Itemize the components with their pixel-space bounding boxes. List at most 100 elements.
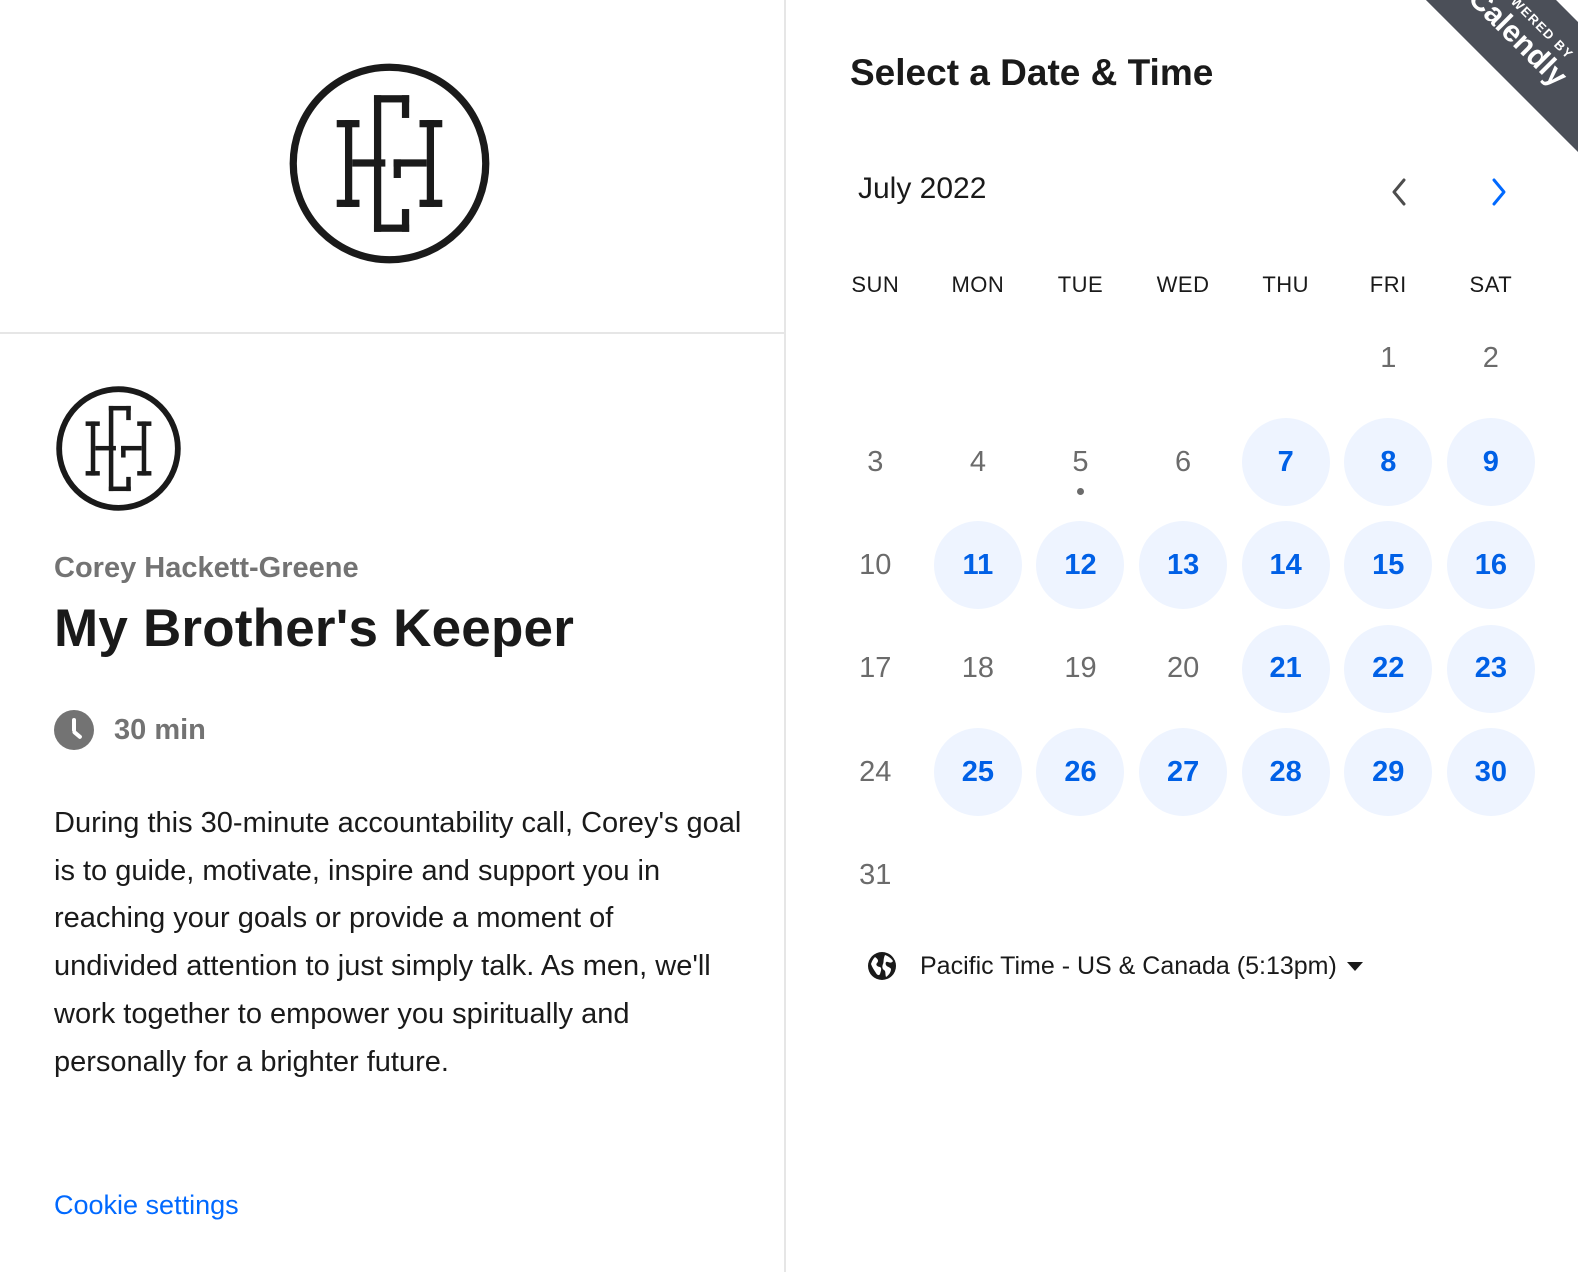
date-available-button[interactable]: 12 <box>1036 521 1125 610</box>
powered-by-calendly-badge[interactable]: POWERED BY Calendly <box>1373 0 1578 182</box>
calendar-week-row: 3 4 5 6 789 <box>824 410 1544 513</box>
date-available-button[interactable]: 15 <box>1344 521 1433 610</box>
calendar-cell: 27 <box>1132 721 1235 824</box>
calendar-cell: 19 <box>1029 617 1132 720</box>
calendar-cell: 31 <box>824 824 927 927</box>
cookie-settings-link[interactable]: Cookie settings <box>54 1190 239 1221</box>
date-available-button[interactable]: 23 <box>1446 624 1535 713</box>
calendar-grid: 1 2 3 4 5 6 7 8 9 10 11 12 13 14 15 16 17 18 19 20 21 22 23 24 2… <box>824 307 1544 927</box>
date-unavailable: 4 <box>969 445 986 478</box>
date-available-button[interactable]: 27 <box>1139 728 1228 817</box>
date-available-button[interactable]: 26 <box>1036 728 1125 817</box>
calendar-week-row: 10 11 12 13 14 15 16 <box>824 514 1544 617</box>
date-available-button[interactable]: 28 <box>1241 728 1330 817</box>
date-unavailable: 1 <box>1380 342 1397 375</box>
date-available-button[interactable]: 13 <box>1139 521 1228 610</box>
clock-icon <box>54 710 94 750</box>
date-unavailable: 3 <box>867 445 884 478</box>
calendar-cell: 11 <box>927 514 1030 617</box>
calendar-cell: 14 <box>1234 514 1337 617</box>
previous-month-button[interactable] <box>1380 170 1420 214</box>
weekday-label: TUE <box>1057 272 1104 297</box>
date-available-button[interactable]: 9 <box>1446 418 1535 507</box>
calendar-cell: 8 <box>1337 410 1440 513</box>
date-unavailable: 19 <box>1064 652 1097 685</box>
calendar-cell <box>1234 307 1337 410</box>
date-available-button[interactable]: 22 <box>1344 624 1433 713</box>
date-unavailable: 20 <box>1166 652 1200 685</box>
calendar-cell: 26 <box>1029 721 1132 824</box>
calendar-cell: 16 <box>1440 514 1543 617</box>
organizer-name: Corey Hackett-Greene <box>54 552 359 584</box>
event-details-panel: Corey Hackett-Greene My Brother's Keeper… <box>0 0 786 1272</box>
weekday-label: FRI <box>1369 272 1407 297</box>
weekday-label: SAT <box>1469 272 1513 297</box>
next-month-button[interactable] <box>1480 170 1520 214</box>
calendar-week-row: 17 18 19 20 21 22 23 <box>824 617 1544 720</box>
chevron-left-icon <box>1392 178 1406 206</box>
calendar-cell: 1 <box>1337 307 1440 410</box>
organizer-avatar <box>56 386 181 511</box>
calendar-cell: 4 <box>927 410 1030 513</box>
calendar-cell <box>1132 307 1235 410</box>
calendar-cell: 25 <box>927 721 1030 824</box>
calendar-cell: 15 <box>1337 514 1440 617</box>
date-available-button[interactable]: 16 <box>1446 521 1535 610</box>
date-unavailable: 17 <box>859 652 892 685</box>
calendar-week-row: 24 25 26 27 28 29 30 <box>824 721 1544 824</box>
calendar-cell <box>1440 824 1543 927</box>
calendar-cell <box>1029 824 1132 927</box>
calendar-week-row: 12 <box>824 307 1544 410</box>
timezone-label: Pacific Time - US & Canada (5:13pm) <box>920 951 1337 980</box>
calendar-cell <box>1337 824 1440 927</box>
event-title: My Brother's Keeper <box>54 599 575 658</box>
calendar-cell: 21 <box>1234 617 1337 720</box>
timezone-selector[interactable]: Pacific Time - US & Canada (5:13pm) <box>866 950 1363 982</box>
calendar-cell: 3 <box>824 410 927 513</box>
weekday-label: MON <box>951 272 1005 297</box>
calendar-cell: 20 <box>1132 617 1235 720</box>
date-available-button[interactable]: 11 <box>933 521 1022 610</box>
calendar-cell <box>824 307 927 410</box>
weekday-label: SUN <box>851 272 900 297</box>
date-unavailable: 10 <box>859 548 892 581</box>
calendar-cell: 7 <box>1234 410 1337 513</box>
brand-logo <box>289 63 490 264</box>
date-unavailable: 2 <box>1482 342 1499 375</box>
calendar-cell: 5 <box>1029 410 1132 513</box>
logo-header <box>0 0 784 334</box>
calendar-cell: 13 <box>1132 514 1235 617</box>
calendar-cell: 12 <box>1029 514 1132 617</box>
globe-icon <box>868 952 896 980</box>
calendar-cell: 23 <box>1440 617 1543 720</box>
caret-down-icon <box>1346 961 1363 971</box>
calendar-cell: 18 <box>927 617 1030 720</box>
date-available-button[interactable]: 14 <box>1241 521 1330 610</box>
date-today: 5 <box>1036 418 1124 506</box>
date-unavailable: 31 <box>859 859 892 892</box>
date-available-button[interactable]: 7 <box>1241 418 1330 507</box>
calendar-cell: 24 <box>824 721 927 824</box>
calendar-week-row: 31 <box>824 824 1544 927</box>
date-available-button[interactable]: 8 <box>1344 418 1433 507</box>
weekday-label: WED <box>1156 272 1210 297</box>
calendar-cell: 22 <box>1337 617 1440 720</box>
calendar-cell: 29 <box>1337 721 1440 824</box>
calendar-cell <box>927 307 1030 410</box>
chevron-right-icon <box>1492 178 1506 206</box>
weekday-label: THU <box>1262 272 1310 297</box>
date-unavailable: 24 <box>859 755 892 788</box>
date-unavailable: 18 <box>961 652 995 685</box>
calendar-cell: 2 <box>1440 307 1543 410</box>
calendar-cell: 10 <box>824 514 927 617</box>
date-available-button[interactable]: 25 <box>933 728 1022 817</box>
date-available-button[interactable]: 30 <box>1446 728 1535 817</box>
date-available-button[interactable]: 21 <box>1241 624 1330 713</box>
event-description: During this 30-minute accountability cal… <box>54 807 742 1078</box>
calendar-cell: 6 <box>1132 410 1235 513</box>
date-available-button[interactable]: 29 <box>1344 728 1433 817</box>
calendar-cell <box>927 824 1030 927</box>
duration-label: 30 min <box>114 713 206 746</box>
calendar-cell <box>1029 307 1132 410</box>
calendar-cell <box>1234 824 1337 927</box>
